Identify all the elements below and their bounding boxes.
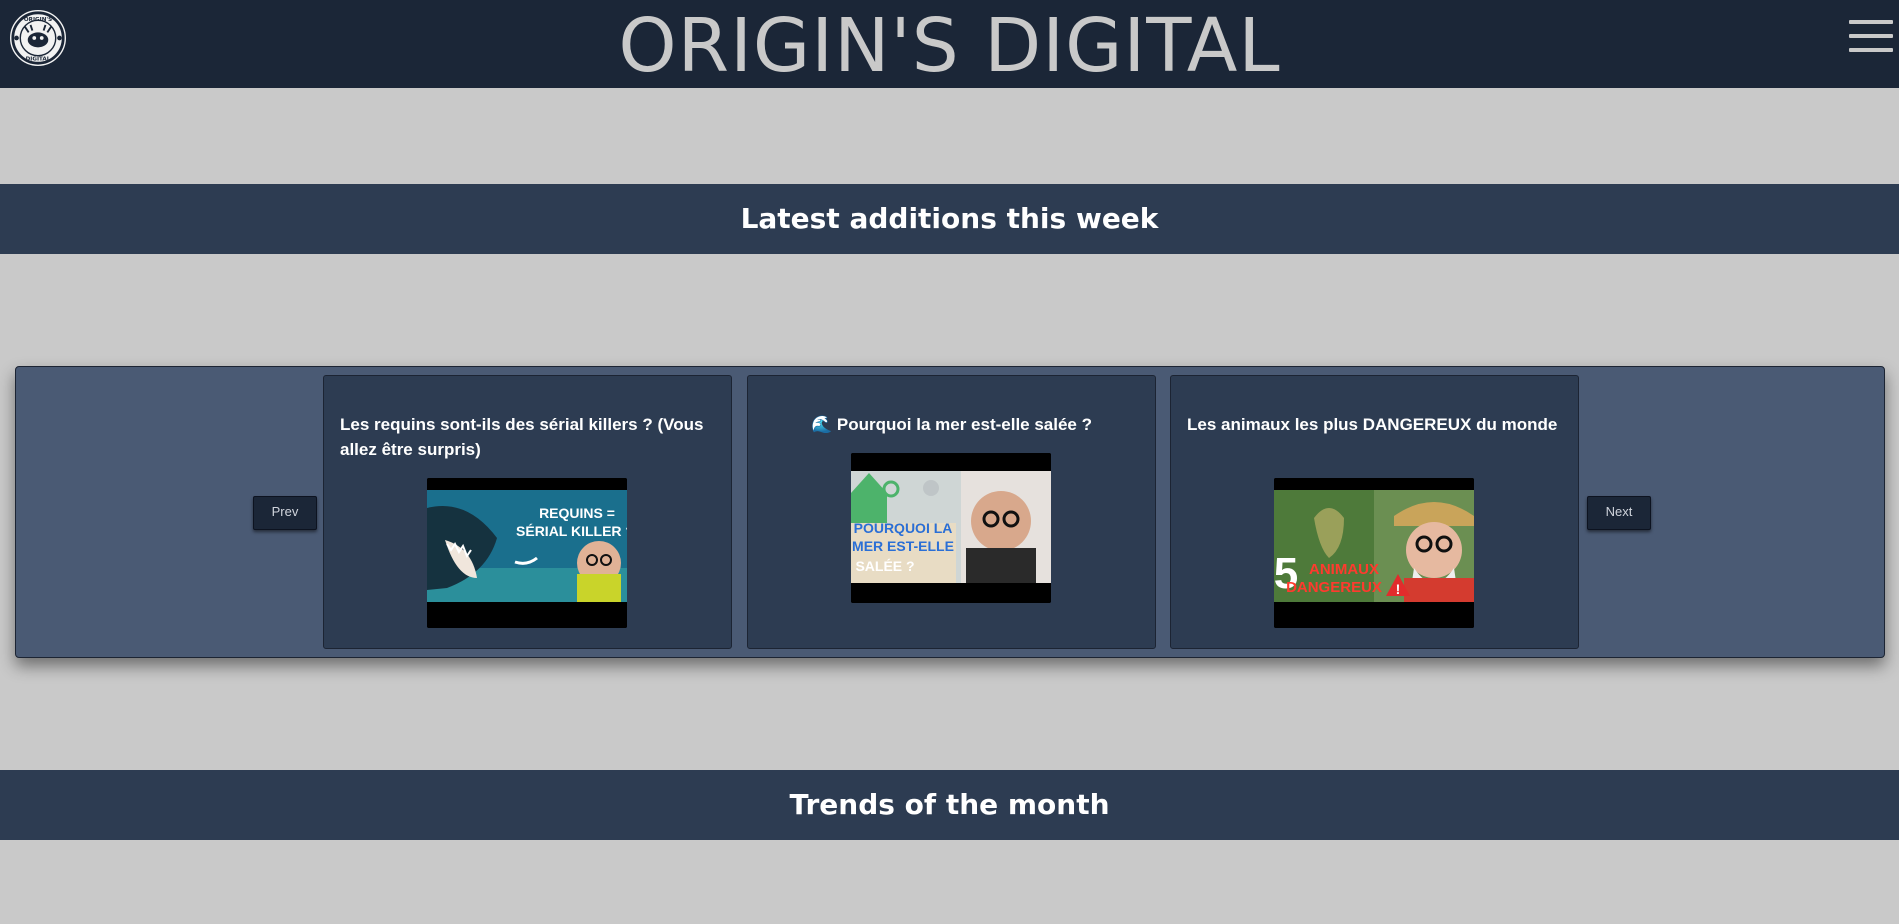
video-carousel: Prev Les requins sont-ils des sérial kil…: [15, 366, 1885, 658]
site-title: ORIGIN'S DIGITAL: [618, 3, 1281, 89]
thumbnail-text: POURQUOI LA: [854, 520, 953, 536]
thumbnail-text: MER EST-ELLE: [852, 538, 954, 554]
thumbnail-text: !: [1396, 581, 1401, 597]
menu-hamburger-icon[interactable]: [1849, 20, 1893, 64]
thumbnail-text: SÉRIAL KILLER ?: [516, 523, 627, 539]
hamburger-line: [1849, 34, 1893, 38]
video-card-title: Les animaux les plus DANGEREUX du monde: [1187, 415, 1558, 434]
video-thumbnail[interactable]: POURQUOI LA MER EST-ELLE SALÉE ?: [851, 453, 1051, 603]
hamburger-line: [1849, 20, 1893, 24]
thumbnail-text: REQUINS =: [539, 505, 615, 521]
thumbnail-text: ANIMAUX: [1309, 561, 1379, 578]
video-card[interactable]: 🌊 Pourquoi la mer est-elle salée ? POURQ…: [747, 375, 1156, 649]
prev-button[interactable]: Prev: [253, 496, 317, 530]
video-thumbnail[interactable]: ! 5 ANIMAUX DANGEREUX: [1274, 478, 1474, 628]
section-heading-latest: Latest additions this week: [0, 184, 1899, 254]
thumbnail-text: DANGEREUX: [1286, 579, 1382, 596]
video-card[interactable]: Les animaux les plus DANGEREUX du monde …: [1170, 375, 1579, 649]
section-heading-trends: Trends of the month: [0, 770, 1899, 840]
hamburger-line: [1849, 48, 1893, 52]
wave-icon: 🌊: [811, 415, 833, 434]
video-card-title: 🌊 Pourquoi la mer est-elle salée ?: [764, 412, 1139, 437]
video-card-title-text: Pourquoi la mer est-elle salée ?: [836, 415, 1092, 434]
video-thumbnail[interactable]: REQUINS = SÉRIAL KILLER ?: [427, 478, 627, 628]
thumbnail-text: SALÉE ?: [855, 558, 914, 574]
top-navbar: ORIGIN'S DIGITAL ORIGIN'S DIGITAL: [0, 0, 1899, 89]
video-card-title: Les requins sont-ils des sérial killers …: [340, 415, 704, 459]
next-button[interactable]: Next: [1587, 496, 1651, 530]
video-card[interactable]: Les requins sont-ils des sérial killers …: [323, 375, 732, 649]
